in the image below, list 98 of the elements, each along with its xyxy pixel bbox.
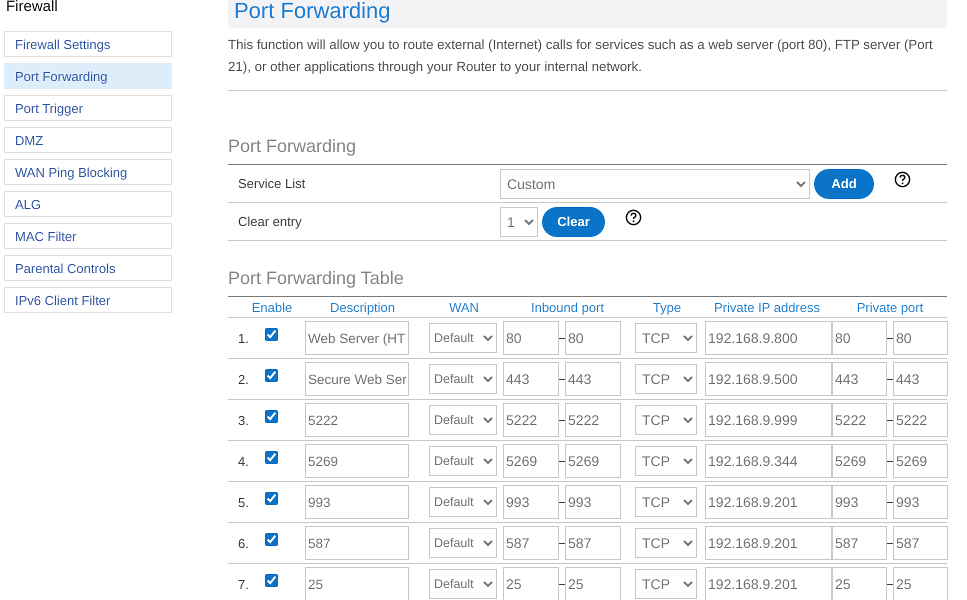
port-field[interactable]: 80 <box>832 321 887 355</box>
wan-select[interactable]: Default <box>429 487 497 517</box>
ip-field[interactable]: 192.168.9.999 <box>705 403 832 437</box>
ip-field[interactable]: 192.168.9.201 <box>705 485 832 519</box>
row-number: 1. <box>237 330 250 346</box>
enable-checkbox[interactable] <box>265 410 278 422</box>
port-field[interactable]: 5222 <box>503 403 559 437</box>
port-field[interactable]: 25 <box>503 567 559 600</box>
ip-field[interactable]: 192.168.9.201 <box>705 526 832 560</box>
type-select[interactable]: TCP <box>635 446 697 476</box>
wan-select[interactable]: Default <box>429 323 497 353</box>
port-field[interactable]: 5269 <box>832 444 887 478</box>
type-select[interactable]: TCP <box>635 364 697 394</box>
add-button[interactable]: Add <box>814 168 874 198</box>
enable-checkbox[interactable] <box>265 574 278 586</box>
row-number: 2. <box>237 372 250 386</box>
type-select[interactable]: TCP <box>635 405 697 435</box>
enable-checkbox[interactable] <box>265 368 278 382</box>
wan-select[interactable]: Default <box>429 528 497 558</box>
port-field[interactable]: 80 <box>893 321 948 355</box>
enable-checkbox[interactable] <box>265 492 278 504</box>
port-field[interactable]: 993 <box>503 485 559 519</box>
port-field[interactable]: 443 <box>565 362 621 396</box>
sidebar-item[interactable]: Port Trigger <box>4 95 172 121</box>
wan-select[interactable]: Default <box>429 446 497 476</box>
type-select[interactable]: TCP <box>635 487 697 517</box>
ip-field[interactable]: 192.168.9.201 <box>705 567 832 600</box>
wan-select[interactable]: Default <box>429 405 497 435</box>
sidebar-title: Firewall <box>6 0 59 17</box>
port-field[interactable]: 587 <box>893 526 948 560</box>
enable-checkbox[interactable] <box>265 450 278 464</box>
port-field[interactable]: 993 <box>832 485 887 519</box>
port-field[interactable]: 5222 <box>832 403 887 437</box>
enable-checkbox[interactable] <box>265 328 278 340</box>
wan-select[interactable]: Default <box>429 569 497 599</box>
field-label: Service List <box>237 176 306 191</box>
column-header: Description <box>328 300 396 314</box>
column-header: Enable <box>250 300 294 314</box>
help-icon[interactable] <box>625 209 642 226</box>
column-header: Type <box>652 300 682 314</box>
description-field[interactable]: 587 <box>305 526 409 560</box>
sidebar-item[interactable]: ALG <box>4 191 172 217</box>
port-field[interactable]: 993 <box>893 485 948 519</box>
field-label: Clear entry <box>237 214 303 229</box>
port-field[interactable]: 587 <box>565 526 621 560</box>
row-number: 6. <box>237 536 250 550</box>
ip-field[interactable]: 192.168.9.800 <box>705 321 832 355</box>
description-field[interactable]: 5269 <box>305 444 409 478</box>
page-title: Port Forwarding <box>228 0 947 28</box>
port-field[interactable]: 443 <box>893 362 948 396</box>
description-field[interactable]: Web Server (HT <box>305 321 409 355</box>
clear-button[interactable]: Clear <box>542 206 605 236</box>
sidebar-item[interactable]: WAN Ping Blocking <box>4 159 172 185</box>
sidebar-item[interactable]: Port Forwarding <box>4 63 172 89</box>
port-field[interactable]: 587 <box>503 526 559 560</box>
row-number: 5. <box>237 494 250 510</box>
type-select[interactable]: TCP <box>635 569 697 599</box>
ip-field[interactable]: 192.168.9.344 <box>705 444 832 478</box>
section-heading: Port Forwarding <box>228 135 947 165</box>
port-field[interactable]: 993 <box>565 485 621 519</box>
sidebar-item[interactable]: Firewall Settings <box>4 31 172 57</box>
port-field[interactable]: 443 <box>832 362 887 396</box>
row-number: 3. <box>237 412 250 428</box>
description-field[interactable]: 993 <box>305 485 409 519</box>
port-field[interactable]: 80 <box>565 321 621 355</box>
type-select[interactable]: TCP <box>635 323 697 353</box>
column-header: Private port <box>856 300 924 314</box>
row-number: 4. <box>237 454 250 468</box>
sidebar-item[interactable]: Parental Controls <box>4 255 172 281</box>
port-field[interactable]: 5269 <box>893 444 948 478</box>
port-field[interactable]: 25 <box>565 567 621 600</box>
column-header: Inbound port <box>530 300 605 314</box>
wan-select[interactable]: Default <box>429 364 497 394</box>
port-field[interactable]: 25 <box>893 567 948 600</box>
port-field[interactable]: 25 <box>832 567 887 600</box>
description: This function will allow you to route external (Internet) calls for services such as a web server (port 80), FTP server (Port 21), or other applications through your Router to your internal network. <box>228 36 934 76</box>
port-field[interactable]: 5222 <box>565 403 621 437</box>
help-icon[interactable] <box>894 171 911 188</box>
sidebar-item[interactable]: IPv6 Client Filter <box>4 287 172 313</box>
column-header: WAN <box>448 300 480 314</box>
port-field[interactable]: 5269 <box>565 444 621 478</box>
description-field[interactable]: 25 <box>305 567 409 600</box>
type-select[interactable]: TCP <box>635 528 697 558</box>
entry-select[interactable]: 1 <box>500 206 538 236</box>
ip-field[interactable]: 192.168.9.500 <box>705 362 832 396</box>
column-header: Private IP address <box>713 300 821 314</box>
port-field[interactable]: 587 <box>832 526 887 560</box>
port-field[interactable]: 5222 <box>893 403 948 437</box>
port-field[interactable]: 443 <box>503 362 559 396</box>
service-select[interactable]: Custom <box>500 168 810 198</box>
port-field[interactable]: 5269 <box>503 444 559 478</box>
section-heading: Port Forwarding Table <box>228 267 947 297</box>
enable-checkbox[interactable] <box>265 532 278 546</box>
sidebar-item[interactable]: MAC Filter <box>4 223 172 249</box>
sidebar-item[interactable]: DMZ <box>4 127 172 153</box>
description-field[interactable]: 5222 <box>305 403 409 437</box>
port-field[interactable]: 80 <box>503 321 559 355</box>
row-number: 7. <box>237 576 250 592</box>
